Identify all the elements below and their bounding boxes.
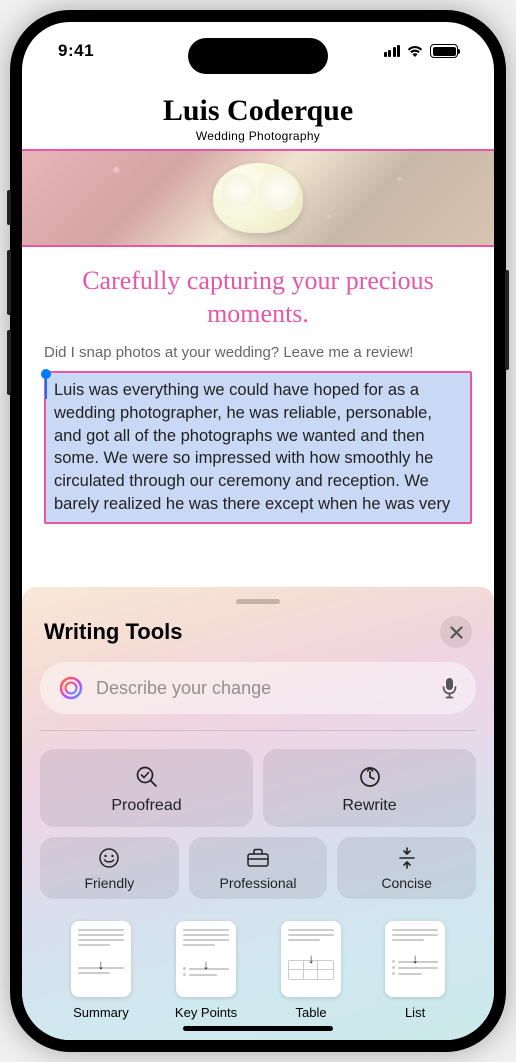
writing-tools-sheet: Writing Tools Describe your change bbox=[22, 587, 494, 1040]
microphone-icon[interactable] bbox=[441, 677, 458, 699]
list-label: List bbox=[405, 1005, 425, 1020]
concise-icon bbox=[397, 847, 417, 869]
phone-side-button bbox=[505, 270, 509, 370]
friendly-icon bbox=[98, 847, 120, 869]
professional-label: Professional bbox=[219, 875, 296, 891]
dynamic-island bbox=[188, 38, 328, 74]
prompt-input[interactable]: Describe your change bbox=[40, 662, 476, 714]
prompt-placeholder: Describe your change bbox=[96, 678, 429, 699]
close-button[interactable] bbox=[440, 616, 472, 648]
summary-thumbnail: ↓ bbox=[71, 921, 131, 997]
status-time: 9:41 bbox=[58, 41, 94, 61]
document-title: Luis Coderque bbox=[22, 94, 494, 128]
format-options-row: ↓ Summary ↓ Key Points bbox=[40, 921, 476, 1020]
sheet-title: Writing Tools bbox=[44, 619, 183, 645]
apple-intelligence-icon bbox=[58, 675, 84, 701]
sheet-header: Writing Tools bbox=[40, 616, 476, 648]
sheet-grabber[interactable] bbox=[236, 599, 280, 604]
table-label: Table bbox=[296, 1005, 327, 1020]
rewrite-icon bbox=[357, 764, 383, 790]
list-button[interactable]: ↓ List bbox=[385, 921, 445, 1020]
hero-image bbox=[22, 149, 494, 247]
professional-icon bbox=[246, 848, 270, 868]
friendly-button[interactable]: Friendly bbox=[40, 837, 179, 899]
list-thumbnail: ↓ bbox=[385, 921, 445, 997]
status-indicators bbox=[384, 44, 459, 58]
professional-button[interactable]: Professional bbox=[189, 837, 328, 899]
key-points-thumbnail: ↓ bbox=[176, 921, 236, 997]
phone-frame: 9:41 Luis Coderque Wedding Photography C… bbox=[10, 10, 506, 1052]
summary-label: Summary bbox=[73, 1005, 129, 1020]
friendly-label: Friendly bbox=[84, 875, 134, 891]
cellular-signal-icon bbox=[384, 45, 401, 57]
screen: 9:41 Luis Coderque Wedding Photography C… bbox=[22, 22, 494, 1040]
rewrite-label: Rewrite bbox=[342, 797, 396, 815]
divider bbox=[40, 730, 476, 731]
table-thumbnail: ↓ bbox=[281, 921, 341, 997]
rewrite-button[interactable]: Rewrite bbox=[263, 749, 476, 827]
document-header: Luis Coderque Wedding Photography bbox=[22, 80, 494, 149]
key-points-button[interactable]: ↓ Key Points bbox=[175, 921, 237, 1020]
home-indicator[interactable] bbox=[183, 1026, 333, 1031]
selection-handle-start[interactable] bbox=[45, 377, 47, 399]
selected-text-content: Luis was everything we could have hoped … bbox=[54, 381, 450, 513]
tagline: Carefully capturing your precious moment… bbox=[22, 247, 494, 344]
document-subtitle: Wedding Photography bbox=[22, 129, 494, 143]
summary-button[interactable]: ↓ Summary bbox=[71, 921, 131, 1020]
concise-label: Concise bbox=[381, 875, 432, 891]
battery-icon bbox=[430, 44, 458, 58]
phone-side-button bbox=[7, 190, 11, 225]
tone-actions-row: Friendly Professional bbox=[40, 837, 476, 899]
review-prompt: Did I snap photos at your wedding? Leave… bbox=[22, 344, 494, 361]
phone-side-button bbox=[7, 250, 11, 315]
selected-text[interactable]: Luis was everything we could have hoped … bbox=[44, 371, 472, 524]
concise-button[interactable]: Concise bbox=[337, 837, 476, 899]
wifi-icon bbox=[406, 44, 424, 58]
key-points-label: Key Points bbox=[175, 1005, 237, 1020]
close-icon bbox=[450, 626, 463, 639]
proofread-icon bbox=[134, 764, 160, 790]
primary-actions-row: Proofread Rewrite bbox=[40, 749, 476, 827]
proofread-label: Proofread bbox=[111, 797, 181, 815]
proofread-button[interactable]: Proofread bbox=[40, 749, 253, 827]
table-button[interactable]: ↓ Table bbox=[281, 921, 341, 1020]
phone-side-button bbox=[7, 330, 11, 395]
